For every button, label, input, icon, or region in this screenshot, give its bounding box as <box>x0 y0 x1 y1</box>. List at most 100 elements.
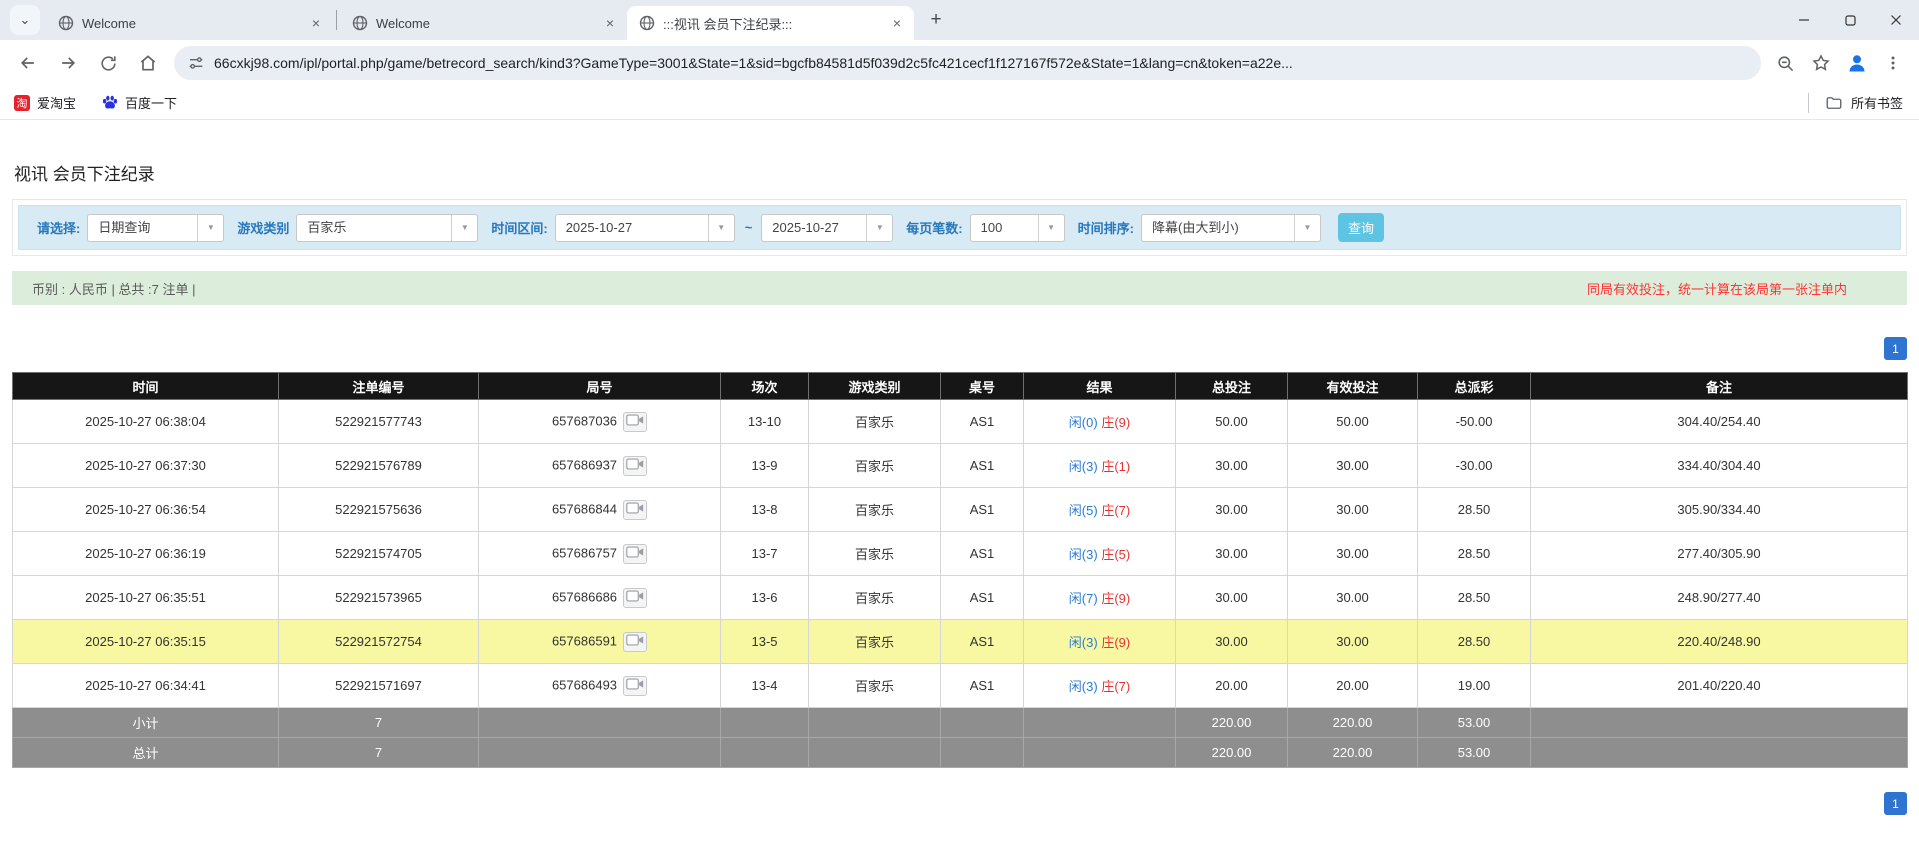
tab-betrecord-active[interactable]: :::视讯 会员下注纪录::: × <box>627 6 914 40</box>
column-header: 总投注 <box>1176 373 1288 400</box>
round-number: 657687036 <box>552 413 617 428</box>
cell-payout: 28.50 <box>1418 532 1531 576</box>
cell-total-bet[interactable]: 30.00 <box>1176 444 1288 488</box>
cell-game-type: 百家乐 <box>809 400 941 444</box>
cell-round-id: 657686937 <box>479 444 721 488</box>
cell-table-no: AS1 <box>941 444 1024 488</box>
cell-valid-bet: 20.00 <box>1288 664 1418 708</box>
round-number: 657686493 <box>552 677 617 692</box>
close-icon[interactable]: × <box>601 14 619 32</box>
result-banker: 庄(9) <box>1101 635 1130 650</box>
new-tab-button[interactable]: + <box>922 6 950 34</box>
column-header: 备注 <box>1531 373 1908 400</box>
tab-strip: ⌄ Welcome × Welcome × :::视讯 会员下注纪录::: × … <box>0 0 1919 40</box>
page-1-button[interactable]: 1 <box>1884 337 1907 360</box>
result-banker: 庄(1) <box>1101 459 1130 474</box>
cell-payout: 28.50 <box>1418 620 1531 664</box>
table-row[interactable]: 2025-10-27 06:34:41522921571697657686493… <box>13 664 1908 708</box>
tab-search-button[interactable]: ⌄ <box>10 5 40 35</box>
select-value: 100 <box>971 215 1038 241</box>
sum-cell <box>1531 708 1908 738</box>
cell-bet-id: 522921577743 <box>279 400 479 444</box>
all-bookmarks-label: 所有书签 <box>1851 93 1903 112</box>
column-header: 游戏类别 <box>809 373 941 400</box>
sum-cell <box>1531 738 1908 768</box>
select-value: 百家乐 <box>297 215 451 241</box>
forward-button[interactable] <box>51 46 85 80</box>
video-replay-icon[interactable] <box>623 588 647 608</box>
pagination-top: 1 <box>12 337 1907 360</box>
video-replay-icon[interactable] <box>623 676 647 696</box>
tab-welcome-1[interactable]: Welcome × <box>46 6 333 40</box>
note-text: 同局有效投注，统一计算在该局第一张注单内 <box>1587 279 1847 298</box>
folder-icon <box>1825 94 1843 112</box>
maximize-button[interactable] <box>1827 0 1873 40</box>
filter-panel: 请选择: 日期查询 ▼ 游戏类别 百家乐 ▼ 时间区间: 2025-10-27 … <box>12 199 1907 256</box>
profile-avatar[interactable] <box>1841 47 1873 79</box>
close-icon[interactable]: × <box>888 14 906 32</box>
bookmark-star-icon[interactable] <box>1805 47 1837 79</box>
video-replay-icon[interactable] <box>623 456 647 476</box>
game-type-select[interactable]: 百家乐 ▼ <box>296 214 478 242</box>
cell-session: 13-5 <box>721 620 809 664</box>
cell-session: 13-7 <box>721 532 809 576</box>
table-row[interactable]: 2025-10-27 06:36:19522921574705657686757… <box>13 532 1908 576</box>
bookmark-aitaobao[interactable]: 淘 爱淘宝 <box>14 93 76 112</box>
date-to-select[interactable]: 2025-10-27 ▼ <box>761 214 893 242</box>
back-button[interactable] <box>11 46 45 80</box>
all-bookmarks-button[interactable]: 所有书签 <box>1808 93 1903 113</box>
close-icon[interactable]: × <box>307 14 325 32</box>
chevron-down-icon: ▼ <box>451 215 477 241</box>
reload-button[interactable] <box>91 46 125 80</box>
cell-valid-bet: 30.00 <box>1288 444 1418 488</box>
sum-cell: 220.00 <box>1176 708 1288 738</box>
cell-total-bet[interactable]: 50.00 <box>1176 400 1288 444</box>
table-row[interactable]: 2025-10-27 06:35:51522921573965657686686… <box>13 576 1908 620</box>
chevron-down-icon: ⌄ <box>20 12 31 28</box>
video-replay-icon[interactable] <box>623 544 647 564</box>
page-1-button[interactable]: 1 <box>1884 792 1907 815</box>
time-sort-select[interactable]: 降幕(由大到小) ▼ <box>1141 214 1321 242</box>
cell-game-type: 百家乐 <box>809 444 941 488</box>
cell-valid-bet: 30.00 <box>1288 488 1418 532</box>
tab-welcome-2[interactable]: Welcome × <box>340 6 627 40</box>
page-size-select[interactable]: 100 ▼ <box>970 214 1065 242</box>
bookmark-baidu[interactable]: 百度一下 <box>102 93 177 112</box>
url-bar[interactable]: 66cxkj98.com/ipl/portal.php/game/betreco… <box>174 46 1761 80</box>
date-from-select[interactable]: 2025-10-27 ▼ <box>555 214 735 242</box>
cell-total-bet[interactable]: 30.00 <box>1176 532 1288 576</box>
sum-cell: 220.00 <box>1288 738 1418 768</box>
minimize-button[interactable] <box>1781 0 1827 40</box>
round-number: 657686686 <box>552 589 617 604</box>
cell-round-id: 657686757 <box>479 532 721 576</box>
sum-cell <box>809 738 941 768</box>
video-replay-icon[interactable] <box>623 632 647 652</box>
column-header: 场次 <box>721 373 809 400</box>
range-separator: ~ <box>745 220 753 235</box>
query-type-select[interactable]: 日期查询 ▼ <box>87 214 224 242</box>
cell-total-bet[interactable]: 30.00 <box>1176 576 1288 620</box>
table-row[interactable]: 2025-10-27 06:35:15522921572754657686591… <box>13 620 1908 664</box>
video-replay-icon[interactable] <box>623 500 647 520</box>
column-header: 总派彩 <box>1418 373 1531 400</box>
tab-divider <box>336 10 337 30</box>
search-button[interactable]: 查询 <box>1338 213 1384 242</box>
cell-total-bet[interactable]: 20.00 <box>1176 664 1288 708</box>
close-window-button[interactable] <box>1873 0 1919 40</box>
cell-total-bet[interactable]: 30.00 <box>1176 488 1288 532</box>
result-player: 闲(7) <box>1069 591 1098 606</box>
site-settings-icon[interactable] <box>188 55 204 71</box>
zoom-out-icon[interactable] <box>1769 47 1801 79</box>
menu-kebab-icon[interactable] <box>1877 47 1909 79</box>
table-row[interactable]: 2025-10-27 06:37:30522921576789657686937… <box>13 444 1908 488</box>
cell-payout: 19.00 <box>1418 664 1531 708</box>
sum-cell <box>941 708 1024 738</box>
cell-total-bet[interactable]: 30.00 <box>1176 620 1288 664</box>
home-button[interactable] <box>131 46 165 80</box>
sum-cell: 220.00 <box>1176 738 1288 768</box>
video-replay-icon[interactable] <box>623 412 647 432</box>
table-row[interactable]: 2025-10-27 06:36:54522921575636657686844… <box>13 488 1908 532</box>
table-row[interactable]: 2025-10-27 06:38:04522921577743657687036… <box>13 400 1908 444</box>
chevron-down-icon: ▼ <box>197 215 223 241</box>
sum-cell: 7 <box>279 708 479 738</box>
